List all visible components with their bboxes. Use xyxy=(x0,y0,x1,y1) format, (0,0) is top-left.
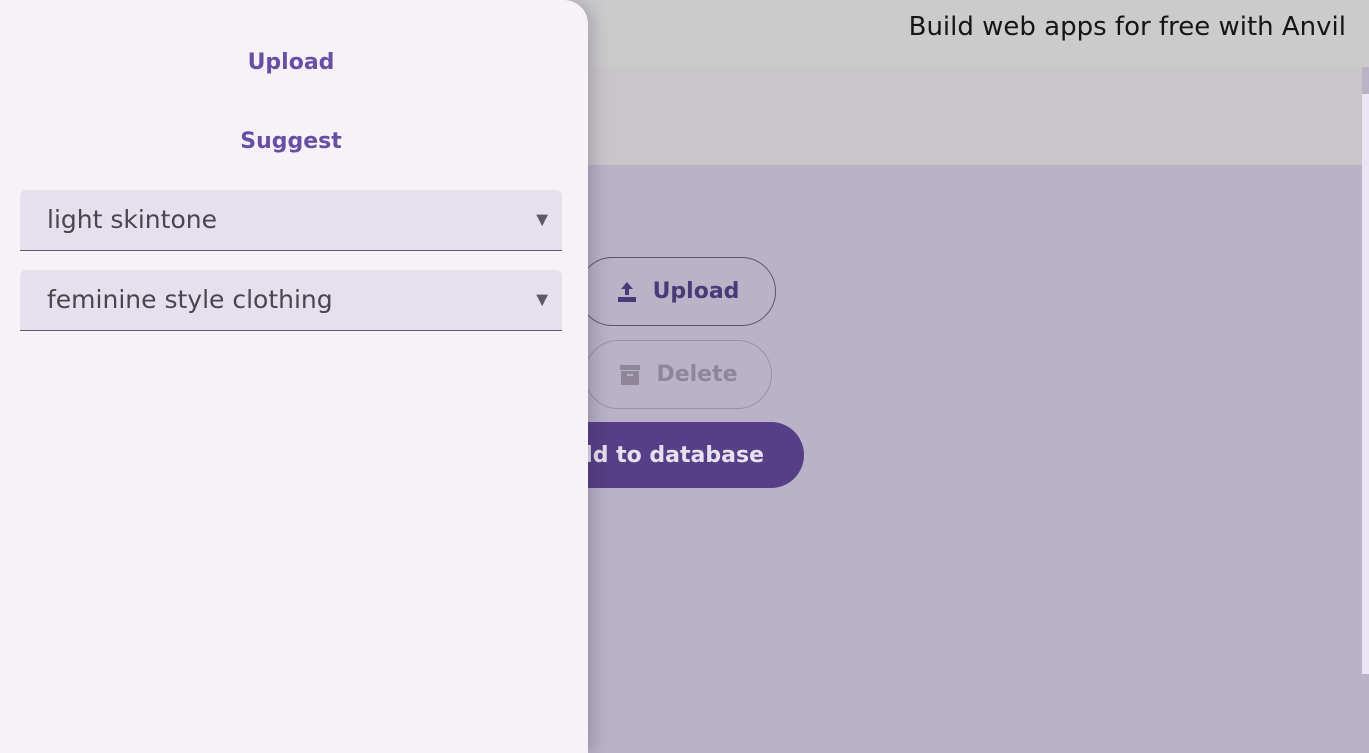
skintone-dropdown-value: light skintone xyxy=(47,205,217,234)
delete-button-label: Delete xyxy=(656,362,738,387)
add-to-database-label: Add to database xyxy=(559,442,764,468)
scrollbar-track[interactable] xyxy=(1362,94,1369,674)
side-drawer: Upload Suggest light skintone ▼ feminine… xyxy=(0,0,588,753)
skintone-dropdown[interactable]: light skintone ▼ xyxy=(20,190,562,251)
chevron-down-icon: ▼ xyxy=(532,289,552,311)
archive-icon xyxy=(618,363,642,387)
upload-button-label: Upload xyxy=(652,279,740,304)
style-dropdown[interactable]: feminine style clothing ▼ xyxy=(20,270,562,331)
nav-suggest-link[interactable]: Suggest xyxy=(0,129,582,154)
chevron-down-icon: ▼ xyxy=(532,209,552,231)
upload-button[interactable]: Upload xyxy=(578,257,776,326)
upload-icon xyxy=(615,280,639,304)
delete-button[interactable]: Delete xyxy=(584,340,772,409)
style-dropdown-value: feminine style clothing xyxy=(47,285,333,314)
nav-upload-link[interactable]: Upload xyxy=(0,50,582,75)
banner-text[interactable]: Build web apps for free with Anvil xyxy=(909,12,1346,42)
